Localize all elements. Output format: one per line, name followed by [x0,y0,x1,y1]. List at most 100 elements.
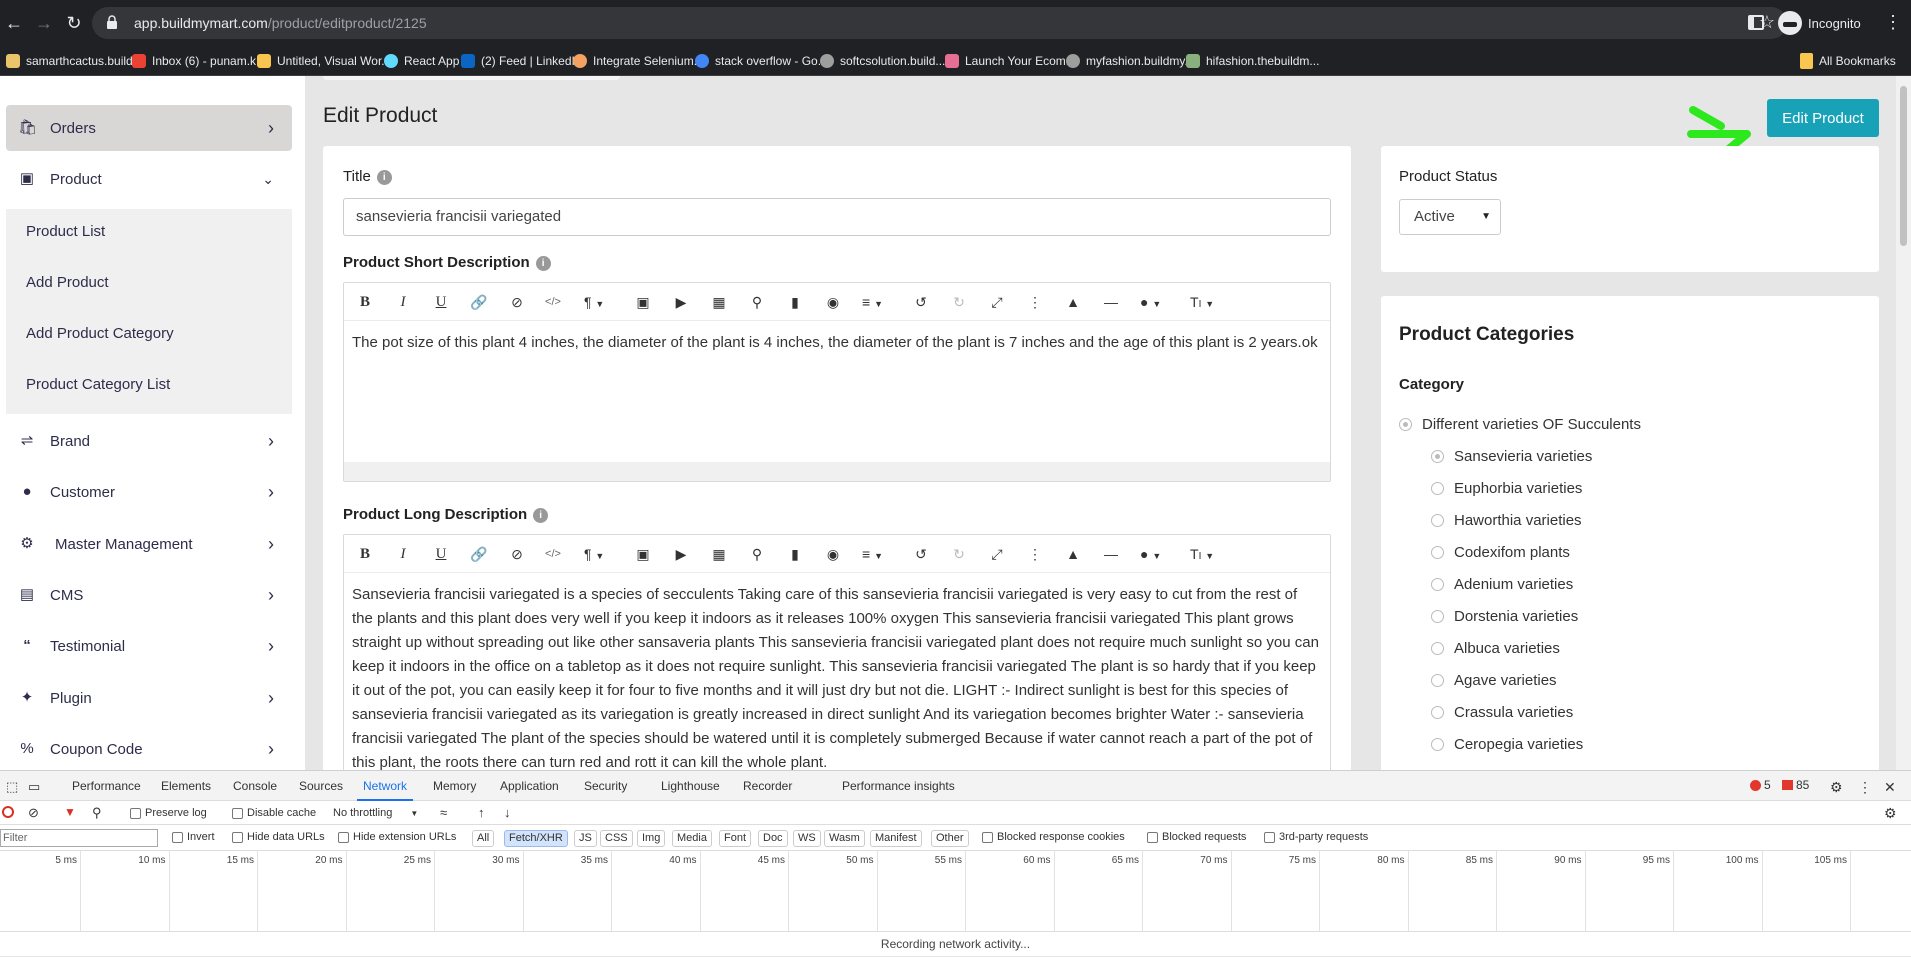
radio-button[interactable] [1431,514,1444,527]
blocked-cookies-checkbox[interactable]: Blocked response cookies [982,831,1125,843]
radio-button[interactable] [1431,674,1444,687]
link-icon[interactable]: 🔗 [470,544,488,564]
table-icon[interactable]: ▦ [710,544,728,564]
code-icon[interactable]: </> [544,544,562,564]
paragraph-icon[interactable]: ¶ ▼ [584,544,604,564]
reload-icon[interactable]: ↻ [62,11,86,35]
bookmark-9[interactable]: myfashion.buildmy... [1066,51,1195,71]
submenu-add-product-category[interactable]: Add Product Category [26,325,174,342]
category-radio[interactable]: Dorstenia varieties [1431,608,1578,625]
fullscreen-icon[interactable]: ⤢ [988,544,1006,564]
bold-icon[interactable]: B [356,544,374,564]
file-icon[interactable]: ▮ [786,292,804,312]
horizontal-rule-icon[interactable]: — [1102,292,1120,312]
tab-security[interactable]: Security [584,779,627,793]
more-icon[interactable]: ⋮ [1026,292,1044,312]
disable-cache-checkbox[interactable]: Disable cache [232,807,316,819]
sidebar-item-plugin[interactable]: ✦ Plugin › [6,675,292,721]
search-icon[interactable]: ⚲ [748,292,766,312]
short-description-text[interactable]: The pot size of this plant 4 inches, the… [344,321,1330,365]
export-har-icon[interactable]: ↓ [504,805,511,820]
type-filter-js[interactable]: JS [574,830,597,847]
sidebar-item-testimonial[interactable]: “ Testimonial › [6,623,292,669]
type-filter-media[interactable]: Media [672,830,712,847]
fullscreen-icon[interactable]: ⤢ [988,292,1006,312]
warning-count-badge[interactable]: 85 [1782,778,1809,792]
type-filter-wasm[interactable]: Wasm [824,830,865,847]
undo-icon[interactable]: ↺ [912,292,930,312]
address-bar[interactable]: app.buildmymart.com/product/editproduct/… [92,7,1787,39]
bookmark-4[interactable]: (2) Feed | LinkedIn [461,51,582,71]
align-icon[interactable]: ≡ ▼ [862,292,883,312]
unlink-icon[interactable]: ⊘ [508,544,526,564]
submenu-add-product[interactable]: Add Product [26,274,109,291]
back-icon[interactable]: ← [2,11,26,35]
preview-eye-icon[interactable]: ◉ [824,544,842,564]
submenu-product-list[interactable]: Product List [26,223,105,240]
italic-icon[interactable]: I [394,544,412,564]
all-bookmarks[interactable]: All Bookmarks [1800,51,1896,71]
network-settings-icon[interactable]: ⚙ [1884,805,1897,822]
side-panel-icon[interactable] [1748,15,1764,30]
format-painter-icon[interactable]: ▲ [1064,544,1082,564]
inspect-element-icon[interactable]: ⬚ [6,779,18,795]
browser-menu-icon[interactable]: ⋮ [1884,12,1902,33]
devtools-menu-icon[interactable]: ⋮ [1858,779,1872,796]
throttling-select[interactable]: No throttling ▼ [333,807,418,819]
bookmark-6[interactable]: stack overflow - Go... [695,51,828,71]
forward-icon[interactable]: → [32,11,56,35]
bookmark-8[interactable]: Launch Your Ecom... [945,51,1076,71]
long-description-editor[interactable]: B I U 🔗 ⊘ </> ¶ ▼ ▣ ▶ ▦ ⚲ ▮ ◉ ≡ ▼ ↺ ↻ ⤢ [343,534,1331,770]
network-conditions-icon[interactable]: ≈ [440,805,447,820]
type-filter-font[interactable]: Font [719,830,752,847]
tab-performance[interactable]: Performance [72,779,141,793]
category-radio[interactable]: Euphorbia varieties [1431,480,1582,497]
tab-application[interactable]: Application [500,779,559,793]
search-icon[interactable]: ⚲ [748,544,766,564]
short-description-editor[interactable]: B I U 🔗 ⊘ </> ¶ ▼ ▣ ▶ ▦ ⚲ ▮ ◉ ≡ ▼ ↺ ↻ ⤢ [343,282,1331,482]
type-filter-doc[interactable]: Doc [758,830,788,847]
undo-icon[interactable]: ↺ [912,544,930,564]
link-icon[interactable]: 🔗 [470,292,488,312]
sidebar-item-master-management[interactable]: ⚙ Master Management › [6,521,292,567]
record-icon[interactable] [2,806,14,818]
bookmark-1[interactable]: Inbox (6) - punam.k... [132,51,266,71]
sidebar-item-brand[interactable]: ⇌ Brand › [6,418,292,464]
font-size-icon[interactable]: TI ▼ [1190,292,1214,312]
edit-product-button[interactable]: Edit Product [1767,99,1879,137]
tab-performance-insights[interactable]: Performance insights [842,779,955,793]
close-icon[interactable]: ✕ [1884,779,1896,796]
sidebar-item-orders[interactable]: 🛍 Orders › [6,105,292,151]
editor-resize-bar[interactable] [344,462,1330,481]
tab-console[interactable]: Console [233,779,277,793]
category-radio[interactable]: Agave varieties [1431,672,1557,689]
radio-button[interactable] [1431,706,1444,719]
product-status-select[interactable]: Active ▼ [1399,199,1501,235]
tab-elements[interactable]: Elements [161,779,211,793]
align-icon[interactable]: ≡ ▼ [862,544,883,564]
bookmark-5[interactable]: Integrate Selenium... [573,51,704,71]
long-description-text[interactable]: Sansevieria francisii variegated is a sp… [344,573,1330,770]
code-icon[interactable]: </> [544,292,562,312]
tab-network[interactable]: Network [356,779,414,801]
radio-button[interactable] [1431,482,1444,495]
hide-data-urls-checkbox[interactable]: Hide data URLs [232,831,325,843]
category-radio[interactable]: Codexifom plants [1431,544,1570,561]
type-filter-manifest[interactable]: Manifest [870,830,922,847]
radio-button[interactable] [1431,450,1444,463]
italic-icon[interactable]: I [394,292,412,312]
radio-button[interactable] [1431,578,1444,591]
filter-icon[interactable]: ▼ [64,805,76,819]
sidebar-item-product[interactable]: ▣ Product ⌄ [6,156,292,202]
more-icon[interactable]: ⋮ [1026,544,1044,564]
title-input[interactable]: sansevieria francisii variegated [343,198,1331,236]
radio-button[interactable] [1399,418,1412,431]
radio-button[interactable] [1431,642,1444,655]
table-icon[interactable]: ▦ [710,292,728,312]
video-icon[interactable]: ▶ [672,292,690,312]
paragraph-icon[interactable]: ¶ ▼ [584,292,604,312]
underline-icon[interactable]: U [432,544,450,564]
scrollbar-thumb[interactable] [1900,86,1907,246]
unlink-icon[interactable]: ⊘ [508,292,526,312]
bookmark-2[interactable]: Untitled, Visual Wor... [257,51,391,71]
